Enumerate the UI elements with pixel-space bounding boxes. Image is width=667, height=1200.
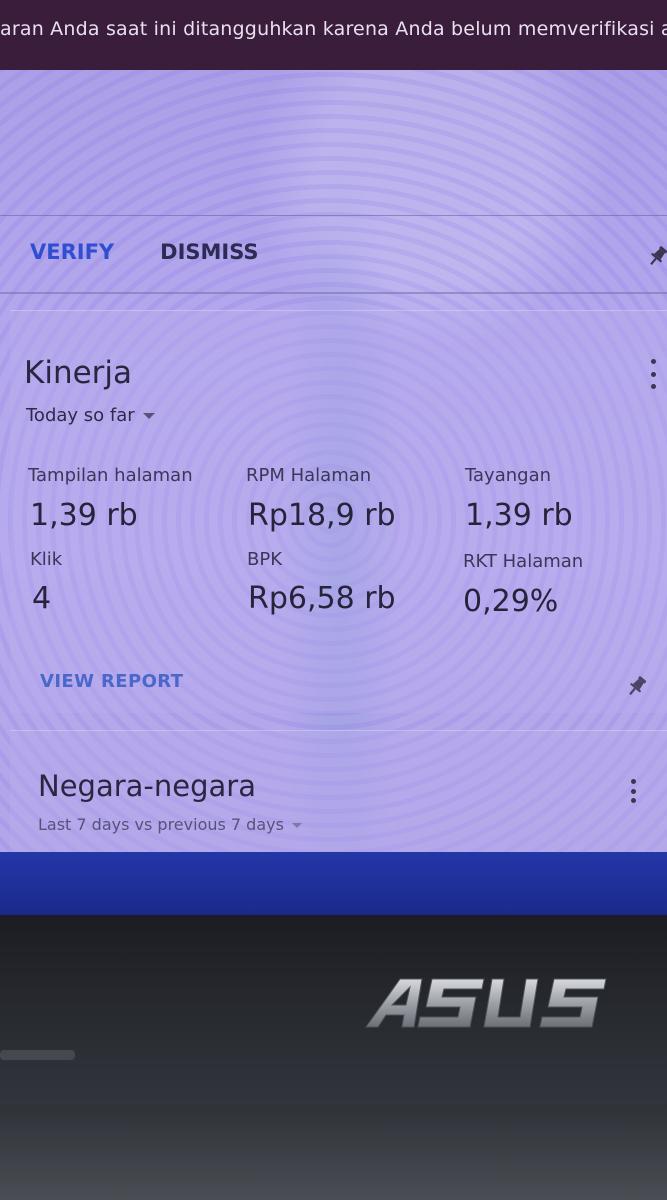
- metric-label: Tampilan halaman: [28, 465, 193, 486]
- laptop-bezel: [0, 915, 667, 1200]
- alert-actions: VERIFY DISMISS: [30, 240, 259, 264]
- dismiss-button[interactable]: DISMISS: [160, 240, 258, 264]
- date-range-selector[interactable]: Last 7 days vs previous 7 days: [38, 815, 302, 834]
- bezel-lip: [0, 1105, 667, 1200]
- metric-label: RKT Halaman: [463, 551, 584, 572]
- verify-button[interactable]: VERIFY: [30, 240, 114, 264]
- performance-card: Kinerja Today so far Tampilan halaman 1,…: [10, 310, 667, 713]
- screen-bottom-bar: [0, 852, 667, 915]
- date-range-label: Today so far: [26, 405, 135, 426]
- asus-logo: [365, 978, 607, 1028]
- view-report-link[interactable]: VIEW REPORT: [40, 671, 183, 692]
- alert-divider: [0, 215, 667, 216]
- dropdown-arrow-icon: [142, 413, 155, 419]
- dropdown-arrow-icon: [291, 823, 302, 828]
- countries-card: Negara-negara Last 7 days vs previous 7 …: [10, 730, 667, 853]
- metric-value: 4: [32, 581, 52, 616]
- more-vert-icon[interactable]: [628, 779, 638, 803]
- date-range-selector[interactable]: Today so far: [26, 405, 155, 426]
- metric-label: Klik: [30, 549, 63, 570]
- metric-value: 0,29%: [463, 584, 559, 619]
- card-title: Kinerja: [24, 355, 133, 391]
- metric-value: Rp18,9 rb: [248, 498, 396, 533]
- date-range-label: Last 7 days vs previous 7 days: [38, 815, 284, 834]
- metric-value: 1,39 rb: [30, 498, 138, 533]
- screen: aran Anda saat ini ditangguhkan karena A…: [0, 0, 667, 915]
- more-vert-icon[interactable]: [648, 359, 658, 389]
- metric-label: BPK: [247, 549, 283, 570]
- metric-label: Tayangan: [465, 465, 552, 486]
- bezel-slot: [0, 1050, 75, 1060]
- metric-label: RPM Halaman: [246, 465, 372, 486]
- metric-value: 1,39 rb: [465, 498, 573, 533]
- pin-icon[interactable]: [624, 673, 650, 699]
- verification-alert-card: VERIFY DISMISS: [0, 70, 667, 294]
- notification-banner: aran Anda saat ini ditangguhkan karena A…: [0, 0, 667, 70]
- card-title: Negara-negara: [38, 769, 256, 803]
- pin-icon[interactable]: [645, 243, 667, 269]
- metric-value: Rp6,58 rb: [248, 581, 396, 616]
- notification-text: aran Anda saat ini ditangguhkan karena A…: [0, 18, 667, 40]
